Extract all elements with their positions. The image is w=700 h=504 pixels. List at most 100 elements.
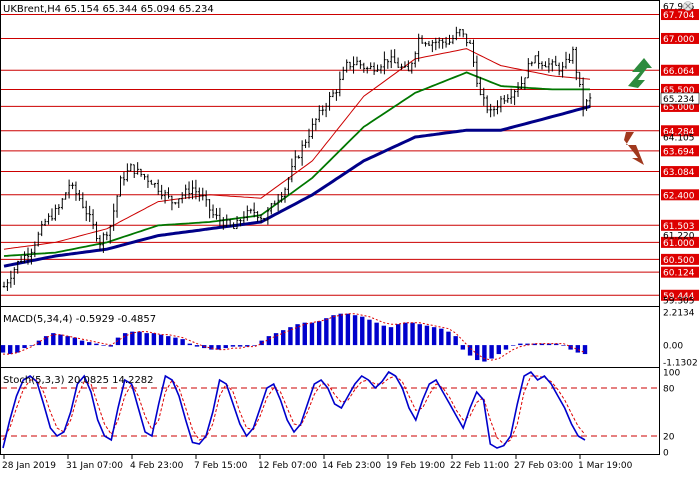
candle xyxy=(485,95,489,114)
macd-bar xyxy=(496,345,501,355)
candle xyxy=(300,140,304,166)
candle xyxy=(537,50,540,69)
candle xyxy=(9,270,13,288)
candle xyxy=(376,64,379,72)
price-axis-tick: 59.305 xyxy=(663,297,695,307)
svg-text:61.503: 61.503 xyxy=(663,222,695,232)
candle xyxy=(441,38,444,49)
svg-text:63.084: 63.084 xyxy=(663,168,695,178)
macd-bar xyxy=(431,327,437,346)
candle xyxy=(246,205,249,221)
time-axis-label: 27 Feb 03:00 xyxy=(514,461,573,471)
candle xyxy=(163,189,167,204)
time-axis-label: 4 Feb 23:00 xyxy=(130,461,184,471)
candle xyxy=(383,51,386,75)
candle xyxy=(122,171,126,186)
macd-bar xyxy=(410,322,415,346)
candle xyxy=(506,94,510,103)
candle xyxy=(417,33,420,62)
candle xyxy=(513,89,516,106)
stoch-title: Stoch(5,3,3) 20.0825 14.2282 xyxy=(3,375,154,386)
candle xyxy=(304,139,307,149)
candle xyxy=(499,95,503,113)
macd-bar xyxy=(65,336,70,346)
macd-bar xyxy=(137,331,142,346)
candle xyxy=(88,205,91,222)
candle xyxy=(407,60,410,72)
macd-bar xyxy=(173,337,178,346)
candle xyxy=(448,34,451,45)
ma-mid-line xyxy=(3,71,590,257)
candle xyxy=(215,208,218,220)
candle xyxy=(581,77,585,117)
macd-bar xyxy=(403,322,408,346)
candle xyxy=(571,46,575,64)
macd-bar xyxy=(237,345,243,347)
macd-bar xyxy=(58,334,63,346)
candle xyxy=(187,181,191,200)
candle xyxy=(348,61,352,70)
candle xyxy=(341,66,345,81)
price-level-label: 62.400 xyxy=(661,189,699,201)
macd-bar xyxy=(367,319,372,346)
macd-bar xyxy=(439,328,444,346)
macd-title: MACD(5,34,4) -0.5929 -0.4857 xyxy=(3,314,156,325)
macd-bar xyxy=(187,343,193,346)
macd-bar xyxy=(352,315,358,346)
macd-bar xyxy=(331,315,336,346)
candle xyxy=(314,118,318,131)
candle xyxy=(564,51,568,69)
candle xyxy=(160,184,163,200)
candle xyxy=(389,49,393,69)
candle xyxy=(84,200,88,222)
svg-text:67.704: 67.704 xyxy=(663,11,695,21)
candle xyxy=(115,195,119,218)
close-icon[interactable] xyxy=(683,1,693,11)
macd-bar xyxy=(180,339,185,346)
candle xyxy=(431,39,434,53)
candle xyxy=(472,39,475,67)
price-level-label: 66.064 xyxy=(661,64,699,77)
candle xyxy=(379,64,383,74)
macd-bar xyxy=(194,345,200,347)
macd-bar xyxy=(87,342,92,346)
candle xyxy=(393,49,396,64)
svg-text:66.064: 66.064 xyxy=(663,67,695,77)
candle xyxy=(396,57,400,68)
candle xyxy=(201,187,205,201)
stoch-signal-line xyxy=(2,375,586,445)
candle xyxy=(184,184,187,199)
macd-bar xyxy=(453,336,458,346)
candle xyxy=(74,181,78,201)
candle xyxy=(211,204,215,219)
candle xyxy=(293,150,297,171)
candle xyxy=(410,62,414,74)
candle xyxy=(78,189,81,201)
stoch-axis-tick: 100 xyxy=(663,369,680,379)
time-axis-label: 14 Feb 23:00 xyxy=(322,461,381,471)
candle xyxy=(434,37,438,51)
ma-fast-line xyxy=(3,48,591,250)
candle xyxy=(386,59,390,69)
candle xyxy=(112,203,115,231)
current-price-label: 65.234 xyxy=(660,92,700,105)
macd-axis-tick: 2.2134 xyxy=(663,309,695,319)
candle xyxy=(60,198,64,210)
macd-axis: 2.2134 0.00 -1.1302 xyxy=(663,309,698,369)
candle xyxy=(204,190,208,207)
candle xyxy=(71,182,74,190)
stoch-axis-tick: 80 xyxy=(663,385,675,395)
macd-bar xyxy=(388,327,394,346)
candle xyxy=(468,39,472,44)
candle xyxy=(489,103,492,118)
time-axis-label: 28 Jan 2019 xyxy=(2,461,56,471)
candle xyxy=(554,55,558,66)
price-level-label: 60.124 xyxy=(661,266,699,279)
macd-bar xyxy=(338,313,343,346)
macd-bar xyxy=(0,345,6,353)
candle xyxy=(574,46,578,81)
macd-axis-tick: 0.00 xyxy=(663,342,683,352)
stoch-axis-tick: 0 xyxy=(663,449,669,459)
candle xyxy=(527,58,530,79)
price-pane-frame xyxy=(0,0,660,307)
